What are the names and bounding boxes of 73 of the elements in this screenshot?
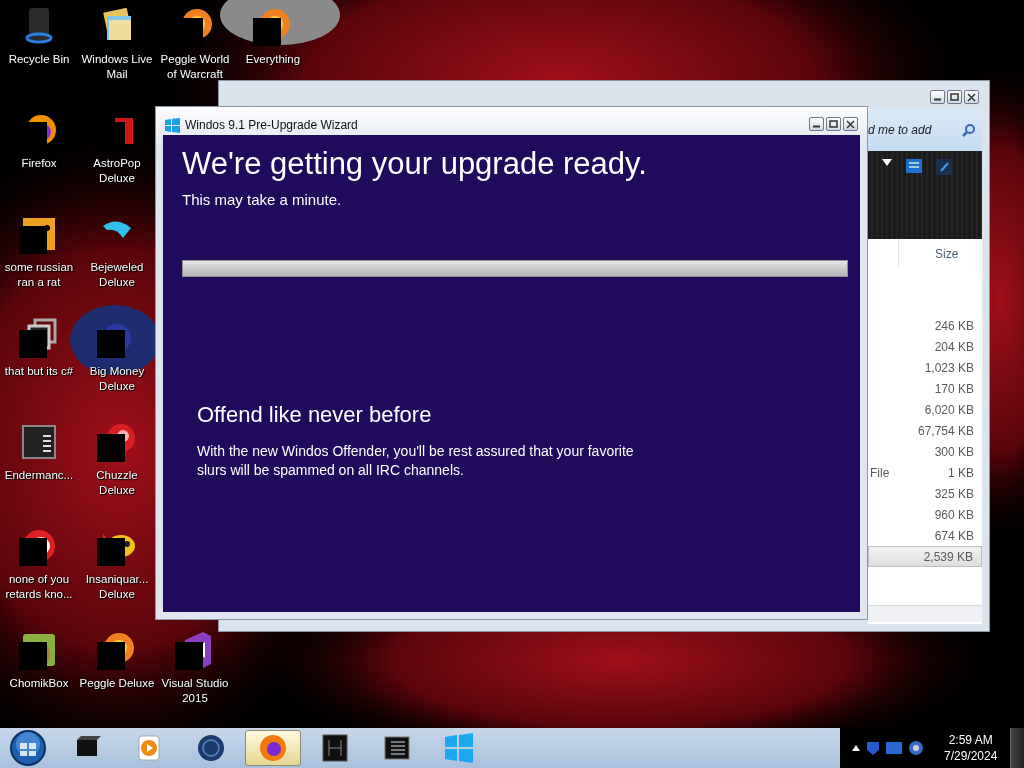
window-title: Windos 9.1 Pre-Upgrade Wizard <box>185 117 358 134</box>
table-cell-text: 960 KB <box>934 506 974 524</box>
volume-icon[interactable] <box>908 740 924 756</box>
icon-label[interactable]: some russian ran a rat <box>0 260 78 290</box>
table-cell-text: 1,023 KB <box>924 359 974 377</box>
app-icon[interactable] <box>19 318 59 358</box>
dropdown-icon[interactable] <box>882 159 892 167</box>
app-icon[interactable] <box>97 422 137 462</box>
shield-icon[interactable] <box>866 740 880 756</box>
maximize-icon <box>948 91 961 103</box>
maximize-icon <box>827 118 840 130</box>
table-cell-text: 325 KB <box>934 485 974 503</box>
close-icon <box>844 118 857 130</box>
icon-label[interactable]: Visual Studio 2015 <box>156 676 234 706</box>
icon-label[interactable]: Windows Live Mail <box>78 52 156 82</box>
icon-label[interactable]: Firefox <box>0 156 78 171</box>
view-icon[interactable] <box>906 159 922 173</box>
table-cell-text: 170 KB <box>934 380 974 398</box>
file-row[interactable]: 2,539 KB <box>868 546 982 567</box>
icon-label[interactable]: Bejeweled Deluxe <box>78 260 156 290</box>
maximize-button[interactable] <box>947 90 962 104</box>
search-icon[interactable] <box>962 122 976 137</box>
clock-time[interactable]: 2:59 AM <box>944 732 998 748</box>
window-icon <box>319 732 351 764</box>
table-cell-text: 2,539 KB <box>923 548 973 566</box>
minimize-icon <box>812 125 821 128</box>
icon-label[interactable]: Endermanc... <box>0 468 78 483</box>
table-cell-text: 204 KB <box>934 338 974 356</box>
table-cell-text: 6,020 KB <box>924 401 974 419</box>
column-header[interactable]: Size <box>935 247 959 261</box>
app-icon[interactable] <box>253 6 293 46</box>
windows-logo-icon <box>443 732 475 764</box>
table-cell-text: 246 KB <box>934 317 974 335</box>
minimize-button[interactable] <box>809 117 824 131</box>
windows-logo-icon <box>165 117 180 133</box>
feature-description: With the new Windos Offender, you'll be rest assured that your favorite slurs will be spammed on all IRC channels. <box>197 441 635 480</box>
help-icon[interactable] <box>936 159 952 175</box>
icon-label[interactable]: Insaniquar... Deluxe <box>78 572 156 602</box>
feature-title: Offend like never before <box>197 401 433 428</box>
icon-label[interactable]: Everything <box>234 52 312 67</box>
browser-icon <box>257 732 289 764</box>
icon-label[interactable]: AstroPop Deluxe <box>78 156 156 186</box>
icon-label[interactable]: Peggle World of Warcraft <box>156 52 234 82</box>
minimize-button[interactable] <box>930 90 945 104</box>
app-icon[interactable] <box>19 422 59 462</box>
show-desktop-button[interactable] <box>1010 728 1024 768</box>
icon-label[interactable]: Big Money Deluxe <box>78 364 156 394</box>
taskbar-button[interactable] <box>245 730 301 766</box>
search-bar[interactable]: d me to add <box>868 108 982 151</box>
subtitle: This may take a minute. <box>182 190 343 210</box>
clock-date[interactable]: 7/29/2024 <box>944 748 998 764</box>
icon-label[interactable]: Peggle Deluxe <box>78 676 156 691</box>
app-icon[interactable] <box>97 630 137 670</box>
icon-label[interactable]: Chuzzle Deluxe <box>78 468 156 498</box>
table-cell-text: 300 KB <box>934 443 974 461</box>
icon-label[interactable]: that but its c# <box>0 364 78 379</box>
table-cell-text: 67,754 KB <box>917 422 974 440</box>
minimize-icon <box>933 98 942 101</box>
close-icon <box>965 91 978 103</box>
icon-label[interactable]: ChomikBox <box>0 676 78 691</box>
table-cell-text: File <box>870 464 890 482</box>
table-cell-text: 674 KB <box>934 527 974 545</box>
globe-icon <box>195 732 227 764</box>
table-cell-text: 1 KB <box>948 464 974 482</box>
horizontal-scrollbar[interactable] <box>868 605 982 622</box>
heading: We're getting your upgrade ready. <box>182 145 648 183</box>
search-field[interactable]: d me to add <box>868 120 958 139</box>
caret-icon[interactable] <box>852 745 860 751</box>
maximize-button[interactable] <box>826 117 841 131</box>
icon-label[interactable]: none of you retards kno... <box>0 572 78 602</box>
close-button[interactable] <box>843 117 858 131</box>
icon-label[interactable]: Recycle Bin <box>0 52 78 67</box>
close-button[interactable] <box>964 90 979 104</box>
